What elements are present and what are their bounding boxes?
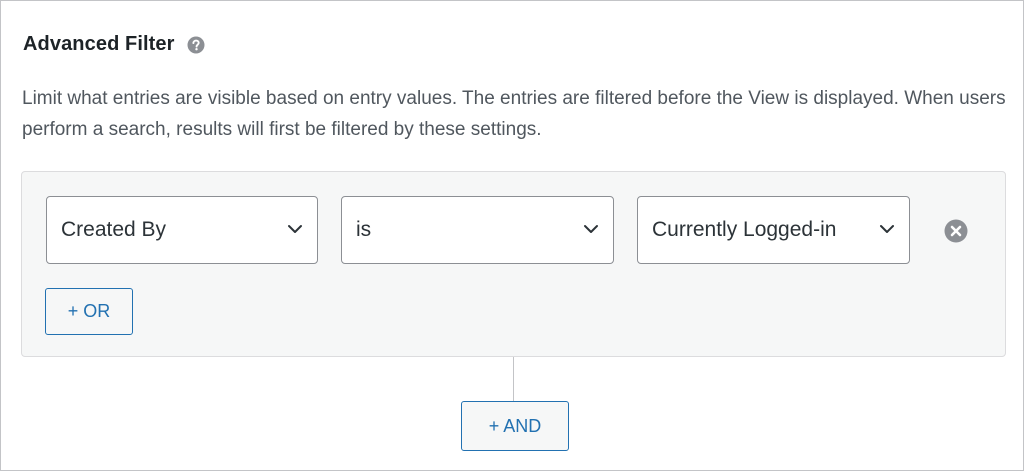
operator-select[interactable]: is: [341, 196, 614, 264]
value-select[interactable]: Currently Logged-in: [637, 196, 910, 264]
advanced-filter-panel: Advanced Filter Limit what entries are v…: [0, 0, 1024, 471]
add-and-button[interactable]: + AND: [461, 401, 569, 451]
field-select[interactable]: Created By: [46, 196, 318, 264]
help-icon[interactable]: [187, 36, 205, 54]
remove-condition-icon[interactable]: [944, 219, 968, 243]
chevron-down-icon: [584, 225, 598, 233]
field-select-value: Created By: [61, 218, 167, 241]
add-or-button[interactable]: + OR: [45, 288, 133, 335]
chevron-down-icon: [880, 225, 894, 233]
filter-group: Created By is Currently Logged-in + OR: [21, 171, 1006, 357]
operator-select-value: is: [356, 218, 372, 241]
value-select-value: Currently Logged-in: [652, 218, 837, 241]
chevron-down-icon: [288, 225, 302, 233]
group-connector-line: [513, 357, 514, 401]
section-title: Advanced Filter: [23, 33, 175, 55]
section-description: Limit what entries are visible based on …: [22, 88, 1006, 140]
title-row: Advanced Filter: [23, 33, 205, 56]
